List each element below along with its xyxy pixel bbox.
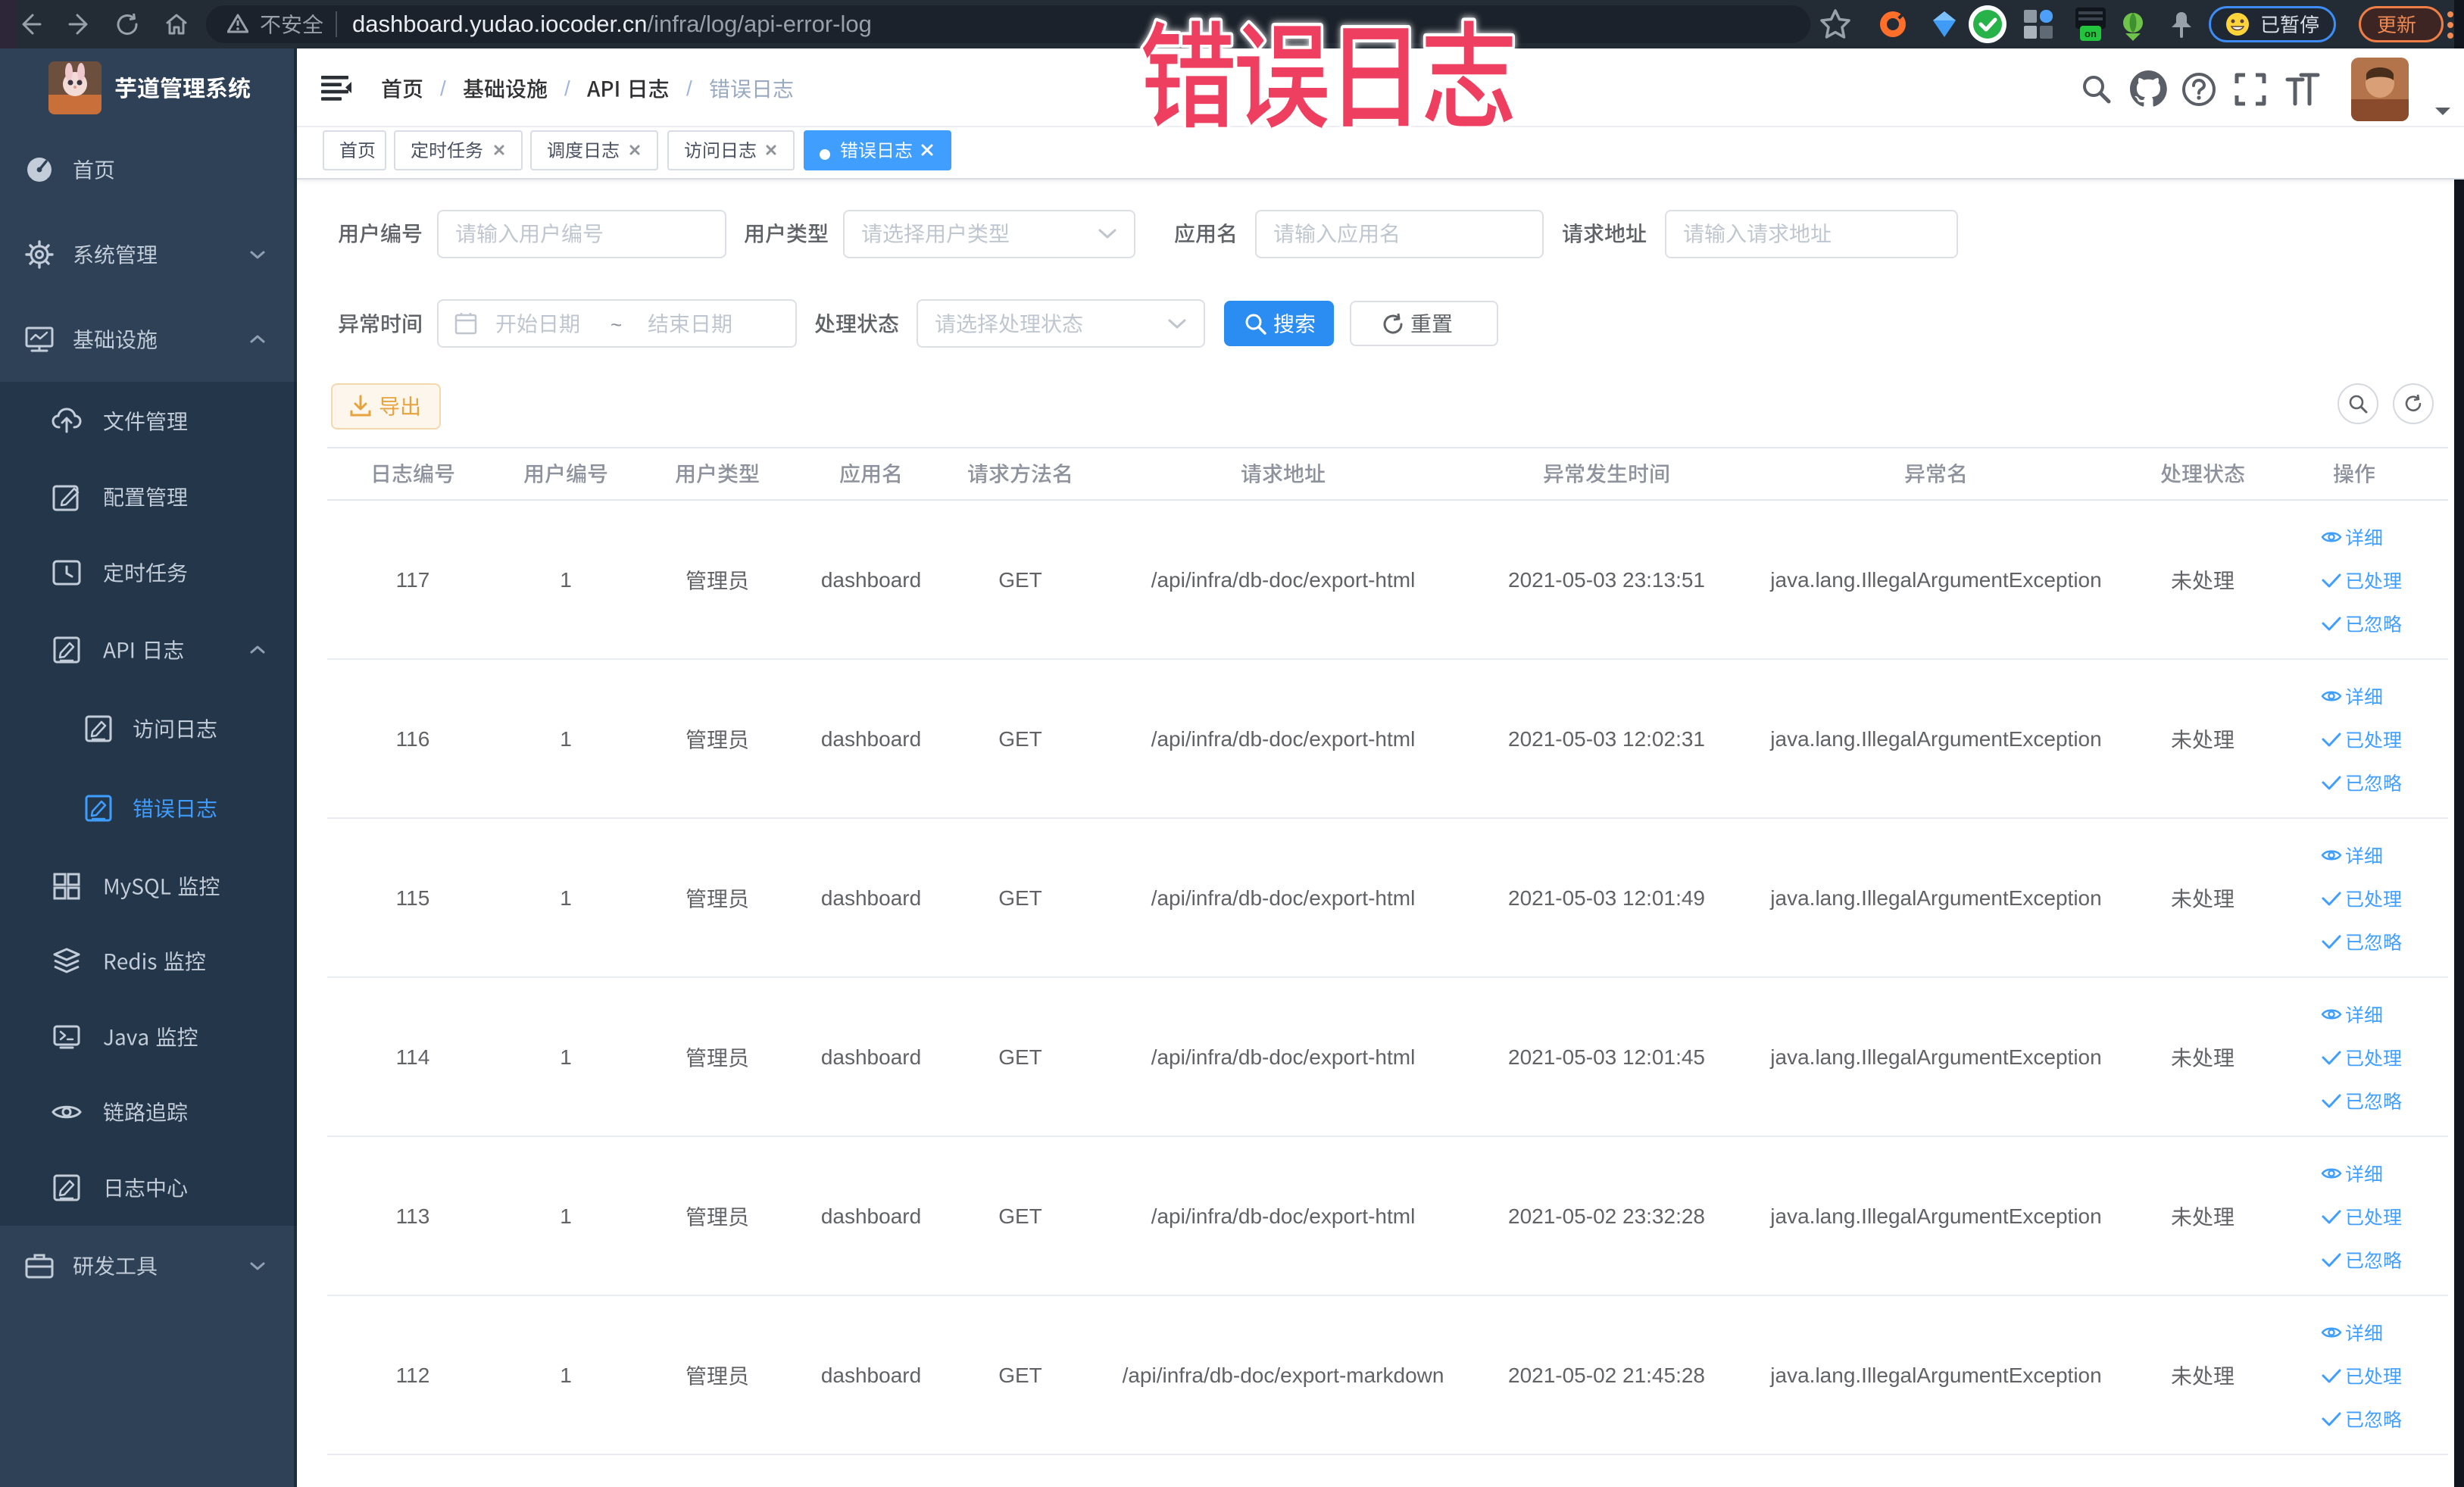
- svg-text:on: on: [2085, 28, 2097, 39]
